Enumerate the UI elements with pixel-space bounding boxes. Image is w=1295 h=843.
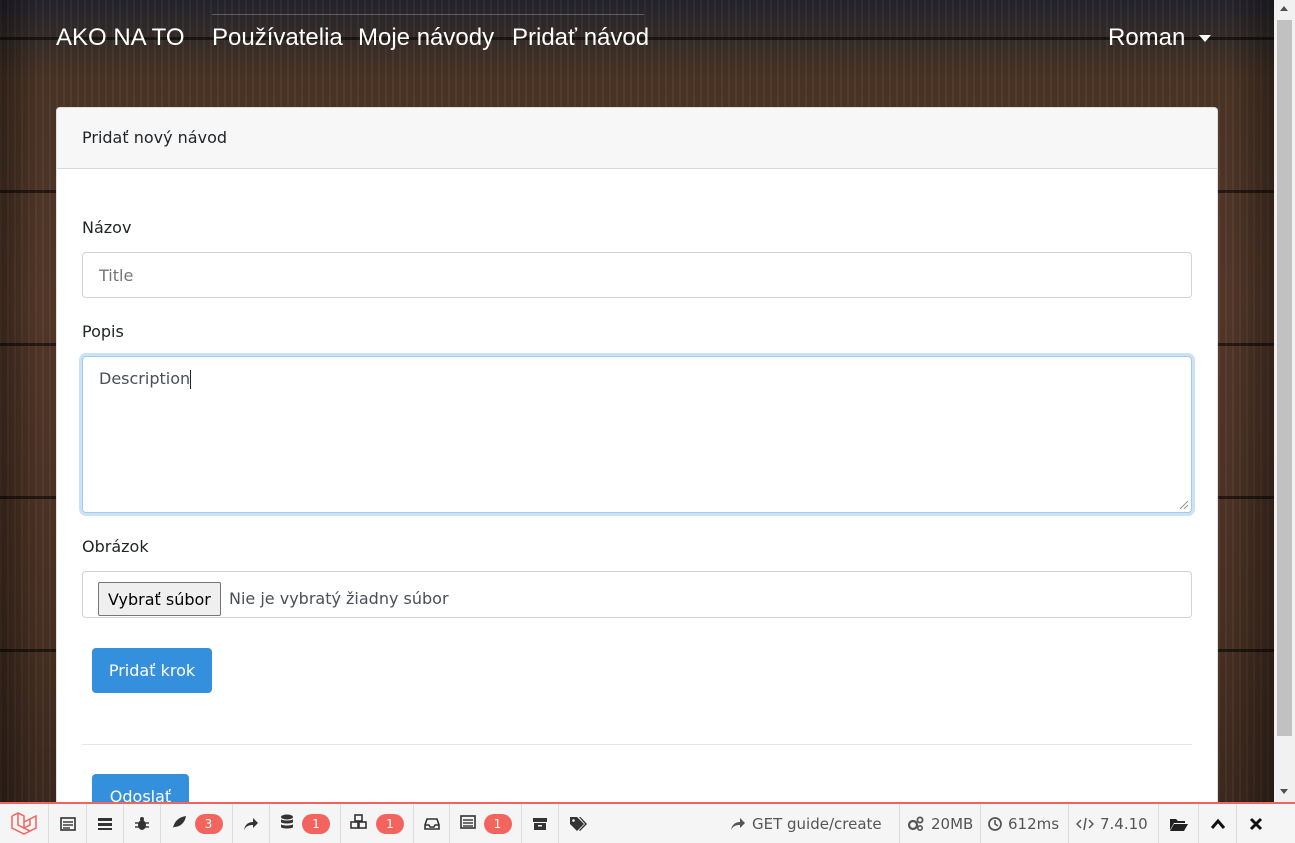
card-header: Pridať nový návod — [57, 108, 1217, 169]
user-name: Roman — [1108, 24, 1186, 51]
scroll-down-icon[interactable] — [1280, 789, 1288, 794]
nav-link-users[interactable]: Používatelia — [212, 24, 343, 52]
close-icon — [1249, 817, 1262, 830]
laravel-logo-icon[interactable] — [0, 804, 49, 843]
timeline-icon[interactable] — [87, 804, 124, 843]
route-icon[interactable] — [233, 804, 270, 843]
time-info[interactable]: 612ms — [980, 804, 1066, 843]
tags-icon[interactable] — [559, 804, 596, 843]
nav-link-my-guides[interactable]: Moje návody — [358, 24, 494, 52]
php-version-info[interactable]: 7.4.10 — [1068, 804, 1155, 843]
brand-link[interactable]: AKO NA TO — [56, 24, 185, 52]
navbar: AKO NA TO Používatelia Moje návody Prida… — [0, 0, 1274, 76]
php-version-text: 7.4.10 — [1100, 814, 1148, 833]
memory-info[interactable]: 20MB — [899, 804, 980, 843]
image-label: Obrázok — [82, 537, 149, 556]
route-info[interactable]: GET guide/create — [723, 804, 889, 843]
chevron-up-icon — [1210, 818, 1225, 829]
add-step-button[interactable]: Pridať krok — [92, 648, 212, 693]
cubes-icon — [350, 814, 368, 833]
open-folder-button[interactable] — [1158, 804, 1198, 843]
folder-open-icon — [1169, 818, 1188, 831]
clock-icon — [988, 816, 1002, 831]
title-input[interactable] — [82, 252, 1192, 298]
debugbar: 3 1 1 1 GET guide/create 20MB 612ms 7.4.… — [0, 802, 1295, 843]
time-text: 612ms — [1008, 814, 1060, 833]
resize-handle-icon[interactable] — [1180, 501, 1188, 509]
description-label: Popis — [82, 322, 124, 341]
leaf-icon — [171, 815, 187, 832]
share-icon — [731, 817, 745, 830]
close-button[interactable] — [1236, 804, 1274, 843]
models-tab[interactable]: 1 — [341, 804, 414, 843]
nav-link-add-guide[interactable]: Pridať návod — [512, 24, 649, 52]
description-text: Description — [99, 369, 191, 388]
queries-count-badge: 1 — [302, 813, 330, 834]
bug-icon[interactable] — [124, 804, 161, 843]
page-scrollbar[interactable] — [1274, 0, 1295, 802]
scrollbar-thumb[interactable] — [1277, 20, 1292, 736]
queries-tab[interactable]: 1 — [270, 804, 341, 843]
views-count-badge: 3 — [194, 813, 223, 834]
gate-tab[interactable]: 1 — [450, 804, 522, 843]
user-dropdown[interactable]: Roman — [1108, 24, 1212, 52]
caret-down-icon — [1199, 34, 1212, 42]
image-file-input[interactable]: Vybrať súbor Nie je vybratý žiadny súbor — [82, 571, 1192, 618]
archive-icon[interactable] — [522, 804, 559, 843]
gate-count-badge: 1 — [483, 813, 512, 834]
description-textarea[interactable]: Description — [82, 356, 1192, 513]
list-icon — [459, 815, 476, 832]
cogs-icon — [907, 816, 924, 831]
memory-text: 20MB — [931, 814, 974, 833]
title-label: Názov — [82, 218, 132, 237]
maximize-button[interactable] — [1198, 804, 1236, 843]
mail-inbox-icon[interactable] — [414, 804, 450, 843]
divider — [82, 744, 1192, 745]
nav-divider — [212, 14, 644, 15]
file-status-text: Nie je vybratý žiadny súbor — [229, 589, 449, 608]
scroll-up-icon[interactable] — [1280, 6, 1288, 11]
code-icon — [1076, 817, 1094, 830]
guide-form-card: Pridať nový návod Názov Popis Descriptio… — [56, 107, 1218, 807]
route-text: GET guide/create — [752, 814, 882, 833]
database-icon — [280, 814, 294, 833]
text-cursor — [190, 370, 192, 389]
messages-icon[interactable] — [49, 804, 87, 843]
views-tab[interactable]: 3 — [161, 804, 233, 843]
models-count-badge: 1 — [376, 813, 404, 834]
choose-file-button[interactable]: Vybrať súbor — [98, 582, 221, 616]
